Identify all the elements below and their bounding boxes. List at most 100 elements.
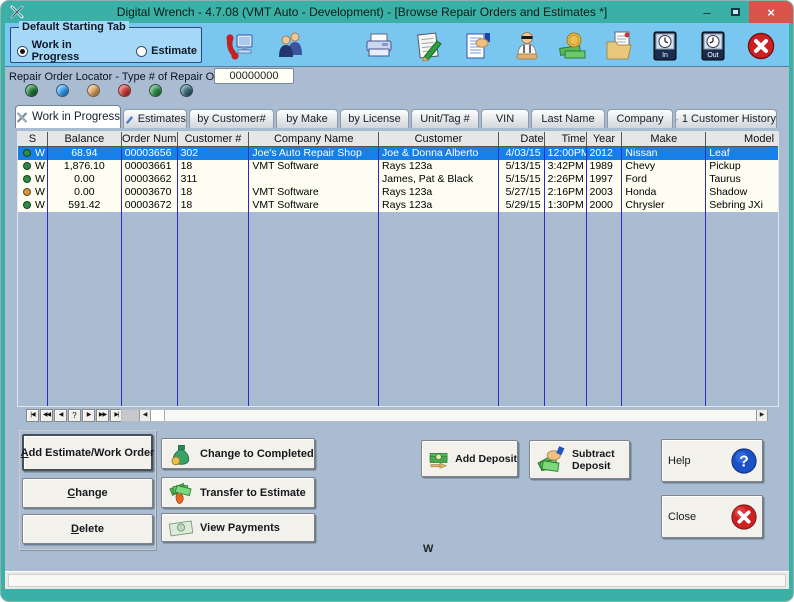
status-dot-dark-green: [25, 84, 38, 97]
hand-taking-money-icon: [537, 445, 565, 472]
red-x-circle-icon: [731, 503, 757, 530]
print-icon[interactable]: [361, 28, 397, 64]
cell-make: Honda: [622, 186, 707, 199]
tab-label: by Make: [286, 113, 328, 125]
nav-fast-back-button[interactable]: ◀◀: [40, 409, 53, 422]
col-header-s[interactable]: S: [18, 132, 48, 146]
col-header-date[interactable]: Date: [499, 132, 545, 146]
col-header-customer[interactable]: Customer: [379, 132, 499, 146]
cell-order-num: 00003661: [122, 160, 178, 173]
tab-estimates[interactable]: Estimates: [123, 109, 187, 128]
col-header-model[interactable]: Model: [706, 132, 778, 146]
table-row[interactable]: W 0.00 00003662 311 James, Pat & Black 5…: [18, 173, 778, 186]
time-clock-in-icon[interactable]: In: [647, 28, 683, 64]
delete-button[interactable]: Delete: [22, 514, 153, 544]
change-button[interactable]: Change: [22, 478, 153, 508]
add-deposit-button[interactable]: Add Deposit: [421, 440, 518, 477]
scroll-left-button[interactable]: ◀: [139, 410, 151, 421]
horizontal-scrollbar[interactable]: ◀ ▶: [121, 409, 769, 422]
close-button[interactable]: Close: [661, 495, 763, 538]
col-header-make[interactable]: Make: [622, 132, 707, 146]
row-status-dot: [23, 201, 31, 209]
nav-back-button[interactable]: ◀: [54, 409, 67, 422]
cell-status: W: [18, 186, 48, 199]
tab-unit-tag-number[interactable]: Unit/Tag #: [411, 109, 479, 128]
money-icon[interactable]: [555, 28, 591, 64]
repair-order-locator-label: Repair Order Locator - Type # of Repair …: [9, 71, 237, 83]
nav-fast-forward-button[interactable]: ▶▶: [96, 409, 109, 422]
radio-unselected-icon: [136, 45, 148, 57]
tab-label: 1 Customer History: [681, 113, 776, 125]
tab-vin[interactable]: VIN: [481, 109, 529, 128]
tab-customer-history[interactable]: 1 Customer History: [675, 109, 777, 128]
col-header-order-num[interactable]: Order Num: [122, 132, 178, 146]
cell-balance: 0.00: [48, 186, 122, 199]
nav-forward-button[interactable]: ▶: [82, 409, 95, 422]
status-dot-red: [118, 84, 131, 97]
view-payments-button[interactable]: View Payments: [161, 513, 315, 542]
time-clock-out-icon[interactable]: Out: [695, 28, 731, 64]
cell-balance: 1,876.10: [48, 160, 122, 173]
close-window-button[interactable]: ×: [749, 1, 793, 23]
tab-by-make[interactable]: by Make: [276, 109, 338, 128]
nav-first-button[interactable]: |◀: [26, 409, 39, 422]
table-header: S Balance Order Num Customer # Company N…: [18, 132, 778, 147]
cell-date: 5/27/15: [499, 186, 545, 199]
status-bar: [5, 571, 789, 589]
help-button[interactable]: Help ?: [661, 439, 763, 482]
toolbar: Default Starting Tab Work in Progress Es…: [5, 21, 789, 67]
cell-model: Leaf: [709, 147, 730, 159]
col-header-year[interactable]: Year: [587, 132, 623, 146]
work-order-pad-icon[interactable]: [411, 28, 447, 64]
tab-label: by License: [348, 113, 401, 125]
cell-customer-num: 18: [178, 186, 250, 199]
add-estimate-work-order-button[interactable]: Add Estimate/Work Order: [21, 434, 154, 471]
cell-make: Chevy: [622, 160, 707, 173]
technician-icon[interactable]: [509, 28, 545, 64]
maximize-icon: [730, 8, 740, 16]
cell-model: Pickup: [709, 160, 741, 172]
cell-time: 2:26PM: [545, 173, 587, 186]
exit-icon[interactable]: [743, 28, 779, 64]
tab-by-customer-number[interactable]: by Customer#: [189, 109, 274, 128]
col-header-customer-num[interactable]: Customer #: [178, 132, 250, 146]
col-header-time[interactable]: Time: [545, 132, 587, 146]
title-bar: Digital Wrench - 4.7.08 (VMT Auto - Deve…: [1, 1, 793, 23]
maximize-button[interactable]: [721, 1, 749, 23]
cell-date: 5/29/15: [499, 199, 545, 212]
cell-customer: Joe & Donna Alberto: [379, 147, 499, 160]
table-row[interactable]: W 591.42 00003672 18 VMT Software Rays 1…: [18, 199, 778, 212]
svg-text:?: ?: [739, 453, 749, 470]
tab-by-license[interactable]: by License: [340, 109, 409, 128]
tab-work-in-progress[interactable]: Work in Progress: [15, 105, 121, 128]
table-row[interactable]: W 0.00 00003670 18 VMT Software Rays 123…: [18, 186, 778, 199]
table-row[interactable]: W 1,876.10 00003661 18 VMT Software Rays…: [18, 160, 778, 173]
col-header-balance[interactable]: Balance: [48, 132, 122, 146]
cell-model: Sebring JXi: [709, 199, 763, 211]
tab-last-name[interactable]: Last Name: [531, 109, 605, 128]
cell-model: Shadow: [709, 186, 748, 198]
invoice-hand-icon[interactable]: [459, 28, 495, 64]
scrollbar-track[interactable]: [165, 410, 756, 421]
nav-help-button[interactable]: ?: [68, 409, 81, 422]
repair-order-locator-input[interactable]: [214, 68, 294, 84]
cell-customer-num: 18: [178, 160, 250, 173]
customers-icon[interactable]: [273, 28, 309, 64]
transfer-to-estimate-button[interactable]: Transfer to Estimate: [161, 477, 315, 508]
cell-status: W: [18, 160, 48, 173]
minimize-button[interactable]: –: [693, 1, 721, 23]
scroll-right-button[interactable]: ▶: [756, 410, 768, 421]
subtract-deposit-button[interactable]: Subtract Deposit: [529, 440, 630, 479]
col-header-company-name[interactable]: Company Name: [249, 132, 380, 146]
phone-computer-icon[interactable]: [221, 28, 257, 64]
table-row[interactable]: W 68.94 00003656 302 Joe's Auto Repair S…: [18, 147, 778, 160]
radio-estimate[interactable]: Estimate: [136, 39, 197, 63]
radio-work-in-progress[interactable]: Work in Progress: [17, 39, 118, 63]
folder-document-icon[interactable]: [601, 28, 637, 64]
cell-time: 3:42PM: [545, 160, 587, 173]
tab-company[interactable]: Company: [607, 109, 673, 128]
cell-company: Joe's Auto Repair Shop: [249, 147, 380, 160]
change-to-completed-button[interactable]: Change to Completed: [161, 438, 315, 469]
cell-customer-num: 18: [178, 199, 250, 212]
scrollbar-thumb[interactable]: [151, 410, 165, 421]
